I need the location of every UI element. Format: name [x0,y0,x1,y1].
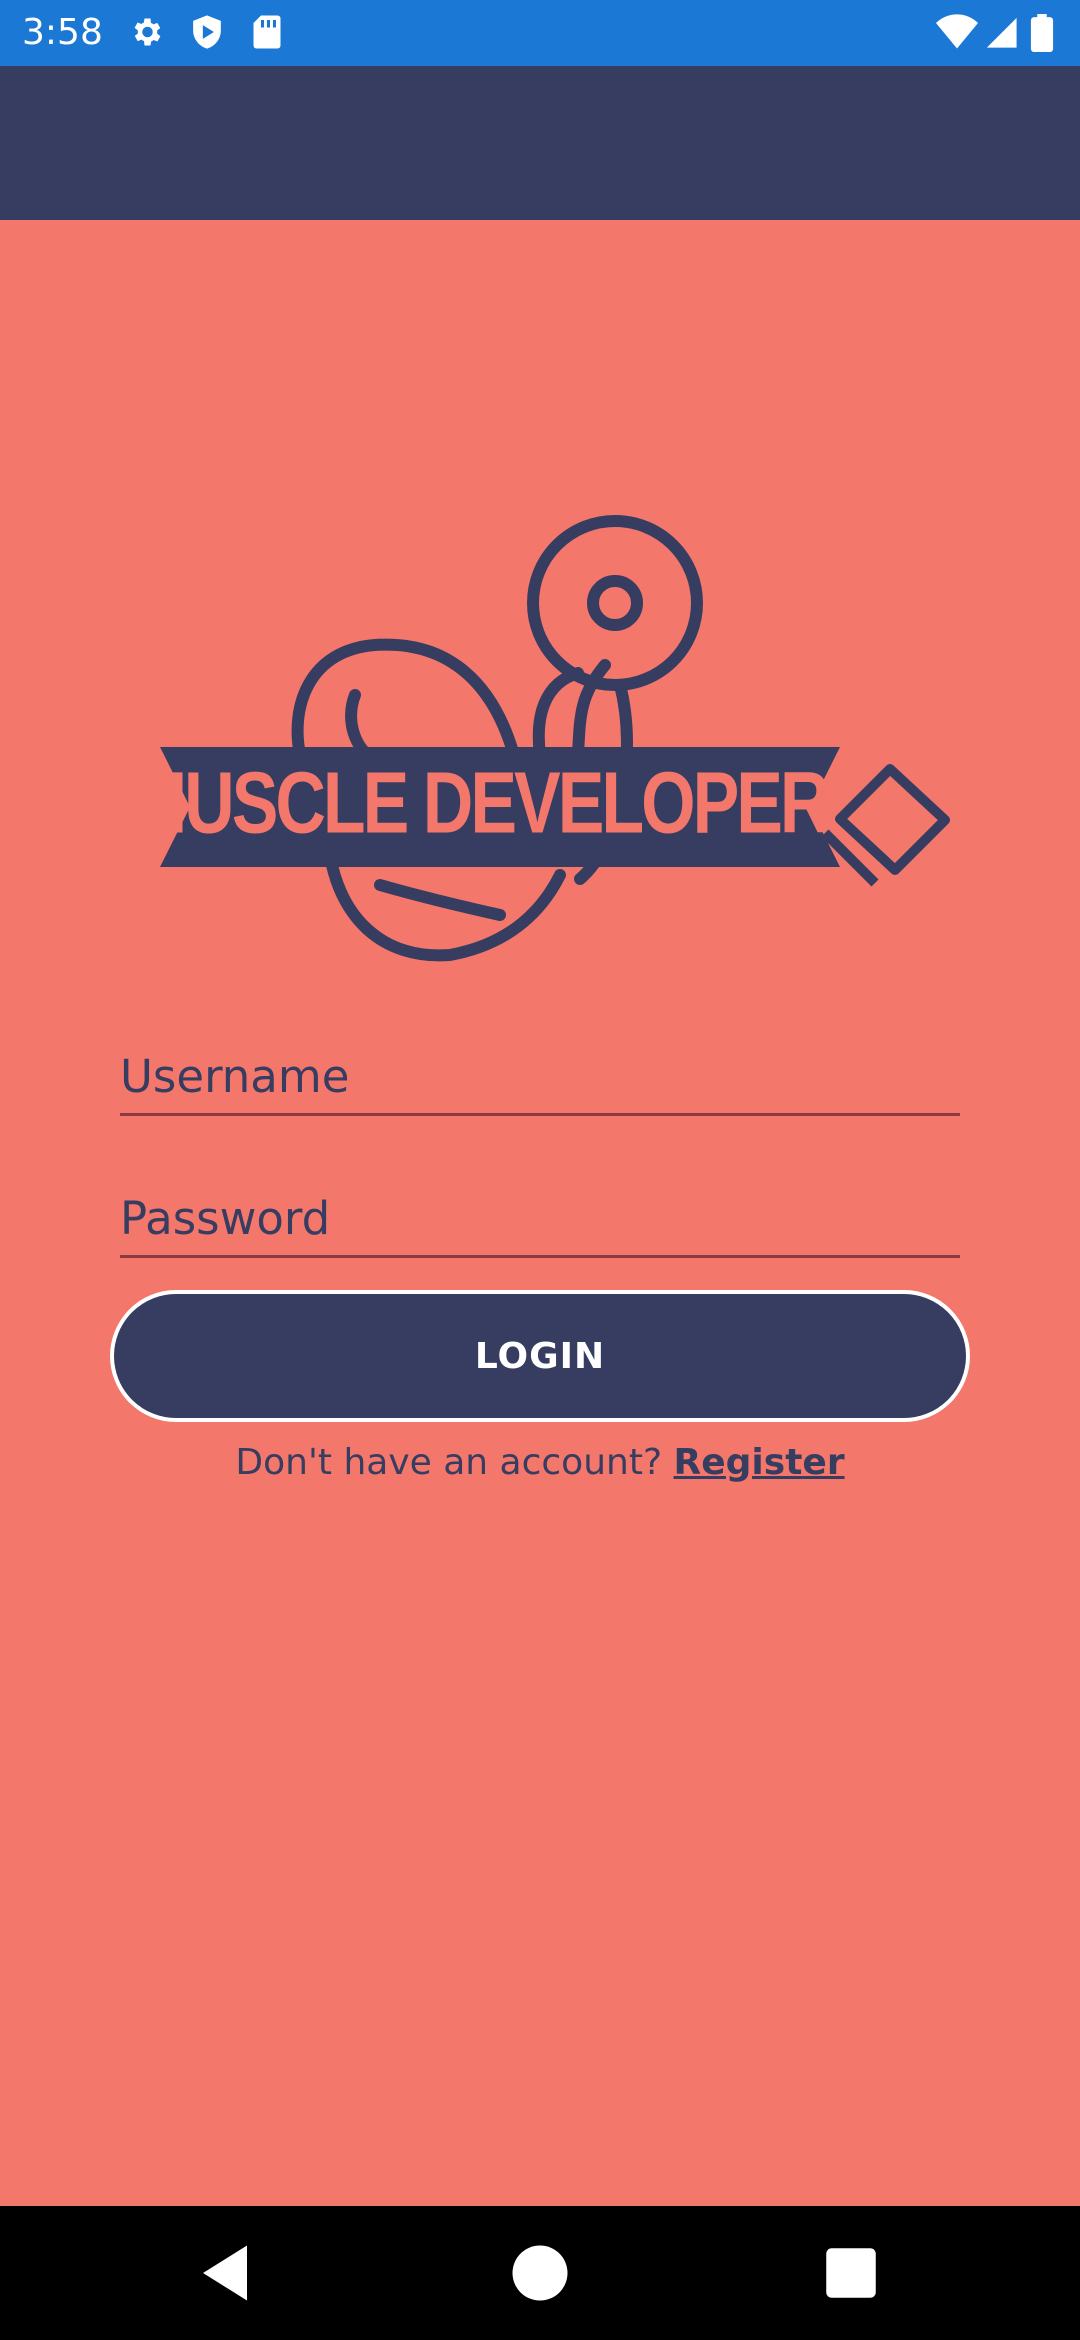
play-protect-icon [193,15,221,49]
home-icon[interactable] [507,2240,573,2306]
navigation-bar [0,2206,1080,2340]
muscle-developers-logo: MUSCLE DEVELOPERS [150,515,950,962]
app-bar [0,66,1080,220]
username-field[interactable] [120,1040,960,1116]
login-button[interactable]: LOGIN [110,1290,970,1422]
settings-icon [134,18,161,46]
register-prompt: Don't have an account? [235,1442,663,1483]
cellular-signal-icon [986,17,1017,48]
register-link[interactable]: Register [674,1442,845,1483]
status-time: 3:58 [22,12,103,53]
battery-icon [1030,14,1054,52]
password-input[interactable] [120,1182,960,1255]
wifi-icon [936,14,978,49]
password-field[interactable] [120,1182,960,1258]
username-input[interactable] [120,1040,960,1113]
register-prompt-line: Don't have an account? Register [0,1442,1080,1483]
recents-icon[interactable] [818,2240,884,2306]
back-icon[interactable] [192,2240,258,2306]
logo-text: MUSCLE DEVELOPERS [150,753,872,851]
status-bar: 3:58 [0,0,1080,66]
sd-card-icon [253,15,281,49]
